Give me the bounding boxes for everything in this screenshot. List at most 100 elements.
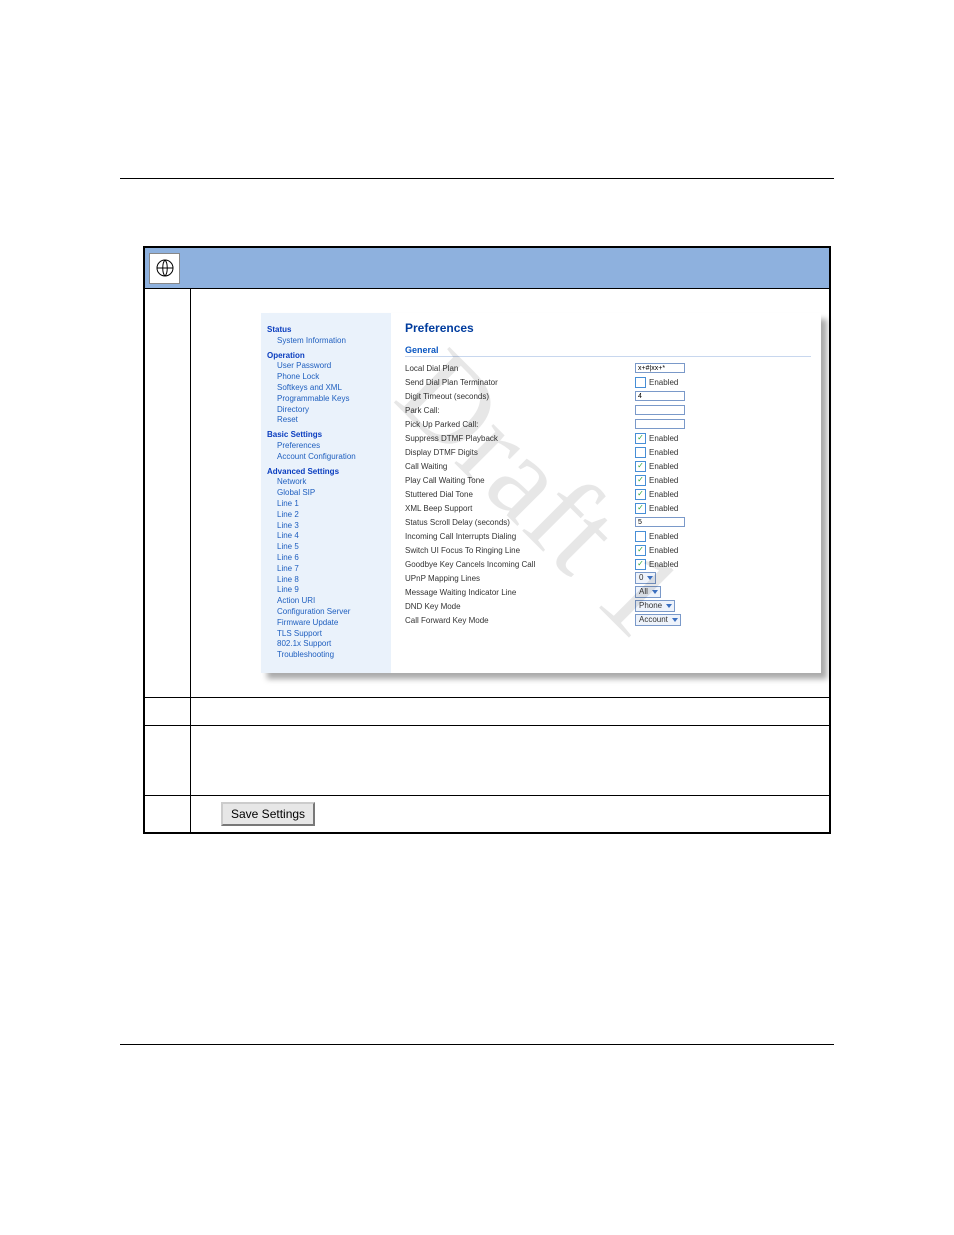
enabled-label: Enabled — [649, 546, 678, 555]
field-row: Call Waiting Enabled — [405, 459, 811, 473]
checkbox[interactable] — [635, 545, 646, 556]
nav-item[interactable]: Phone Lock — [267, 372, 385, 383]
enabled-label: Enabled — [649, 560, 678, 569]
field-label: Park Call: — [405, 406, 635, 415]
field-label: Message Waiting Indicator Line — [405, 588, 635, 597]
field-row: Pick Up Parked Call: — [405, 417, 811, 431]
enabled-label: Enabled — [649, 378, 678, 387]
select[interactable]: All — [635, 586, 661, 598]
field-label: Incoming Call Interrupts Dialing — [405, 532, 635, 541]
preferences-panel: StatusSystem Information OperationUser Pa… — [261, 313, 821, 673]
nav-item[interactable]: Line 2 — [267, 510, 385, 521]
nav-item[interactable]: Line 5 — [267, 542, 385, 553]
field-row: Play Call Waiting Tone Enabled — [405, 473, 811, 487]
nav-item[interactable]: Global SIP — [267, 488, 385, 499]
nav-item[interactable]: Programmable Keys — [267, 394, 385, 405]
enabled-label: Enabled — [649, 504, 678, 513]
nav-item[interactable]: Line 9 — [267, 585, 385, 596]
nav-item[interactable]: 802.1x Support — [267, 639, 385, 650]
text-input[interactable] — [635, 391, 685, 401]
nav-item[interactable]: Line 8 — [267, 575, 385, 586]
enabled-label: Enabled — [649, 532, 678, 541]
checkbox[interactable] — [635, 503, 646, 514]
field-row: Digit Timeout (seconds) — [405, 389, 811, 403]
nav-item[interactable]: Troubleshooting — [267, 650, 385, 661]
checkbox[interactable] — [635, 475, 646, 486]
field-label: Pick Up Parked Call: — [405, 420, 635, 429]
checkbox[interactable] — [635, 433, 646, 444]
nav-item[interactable]: Reset — [267, 415, 385, 426]
field-label: Stuttered Dial Tone — [405, 490, 635, 499]
nav-item[interactable]: Softkeys and XML — [267, 383, 385, 394]
checkbox[interactable] — [635, 377, 646, 388]
nav-sidebar: StatusSystem Information OperationUser Pa… — [261, 313, 391, 673]
field-row: Display DTMF Digits Enabled — [405, 445, 811, 459]
enabled-label: Enabled — [649, 462, 678, 471]
page-title: Preferences — [405, 321, 811, 335]
checkbox[interactable] — [635, 531, 646, 542]
nav-item[interactable]: Line 1 — [267, 499, 385, 510]
field-row: Stuttered Dial Tone Enabled — [405, 487, 811, 501]
procedure-table: StatusSystem Information OperationUser Pa… — [143, 246, 831, 834]
nav-item[interactable]: System Information — [267, 336, 385, 347]
select[interactable]: Phone — [635, 600, 675, 612]
step-row-spacer2 — [145, 726, 829, 796]
globe-icon — [149, 253, 180, 284]
enabled-label: Enabled — [649, 434, 678, 443]
field-row: Incoming Call Interrupts Dialing Enabled — [405, 529, 811, 543]
enabled-label: Enabled — [649, 448, 678, 457]
field-label: Switch UI Focus To Ringing Line — [405, 546, 635, 555]
field-row: DND Key ModePhone — [405, 599, 811, 613]
field-label: Call Forward Key Mode — [405, 616, 635, 625]
field-row: Message Waiting Indicator LineAll — [405, 585, 811, 599]
nav-heading: Operation — [267, 351, 385, 362]
nav-heading: Advanced Settings — [267, 467, 385, 478]
text-input[interactable] — [635, 419, 685, 429]
preferences-main: Preferences General Local Dial PlanSend … — [391, 313, 821, 673]
checkbox[interactable] — [635, 559, 646, 570]
field-label: XML Beep Support — [405, 504, 635, 513]
checkbox[interactable] — [635, 489, 646, 500]
checkbox[interactable] — [635, 461, 646, 472]
nav-item[interactable]: User Password — [267, 361, 385, 372]
nav-item[interactable]: Line 4 — [267, 531, 385, 542]
nav-item[interactable]: Directory — [267, 405, 385, 416]
nav-item[interactable]: Account Configuration — [267, 452, 385, 463]
enabled-label: Enabled — [649, 490, 678, 499]
section-general: General — [405, 345, 811, 357]
select[interactable]: Account — [635, 614, 681, 626]
field-label: Display DTMF Digits — [405, 448, 635, 457]
enabled-label: Enabled — [649, 476, 678, 485]
text-input[interactable] — [635, 517, 685, 527]
nav-item[interactable]: Preferences — [267, 441, 385, 452]
field-row: Goodbye Key Cancels Incoming Call Enabled — [405, 557, 811, 571]
checkbox[interactable] — [635, 447, 646, 458]
nav-item[interactable]: Action URI — [267, 596, 385, 607]
nav-item[interactable]: Line 6 — [267, 553, 385, 564]
save-settings-button[interactable]: Save Settings — [221, 802, 315, 826]
field-label: Call Waiting — [405, 462, 635, 471]
nav-item[interactable]: Firmware Update — [267, 618, 385, 629]
nav-item[interactable]: Line 3 — [267, 521, 385, 532]
field-label: UPnP Mapping Lines — [405, 574, 635, 583]
nav-item[interactable]: Network — [267, 477, 385, 488]
field-label: Play Call Waiting Tone — [405, 476, 635, 485]
nav-item[interactable]: Configuration Server — [267, 607, 385, 618]
text-input[interactable] — [635, 405, 685, 415]
field-label: Suppress DTMF Playback — [405, 434, 635, 443]
nav-item[interactable]: TLS Support — [267, 629, 385, 640]
field-row: Call Forward Key ModeAccount — [405, 613, 811, 627]
nav-heading: Status — [267, 325, 385, 336]
field-label: DND Key Mode — [405, 602, 635, 611]
nav-heading: Basic Settings — [267, 430, 385, 441]
text-input[interactable] — [635, 363, 685, 373]
field-row: Local Dial Plan — [405, 361, 811, 375]
select[interactable]: 0 — [635, 572, 656, 584]
field-label: Status Scroll Delay (seconds) — [405, 518, 635, 527]
field-row: Suppress DTMF Playback Enabled — [405, 431, 811, 445]
page-hr-bottom — [120, 1044, 834, 1045]
field-label: Goodbye Key Cancels Incoming Call — [405, 560, 635, 569]
nav-item[interactable]: Line 7 — [267, 564, 385, 575]
step-save-row: Save Settings — [145, 796, 829, 832]
step-row-spacer1 — [145, 698, 829, 726]
